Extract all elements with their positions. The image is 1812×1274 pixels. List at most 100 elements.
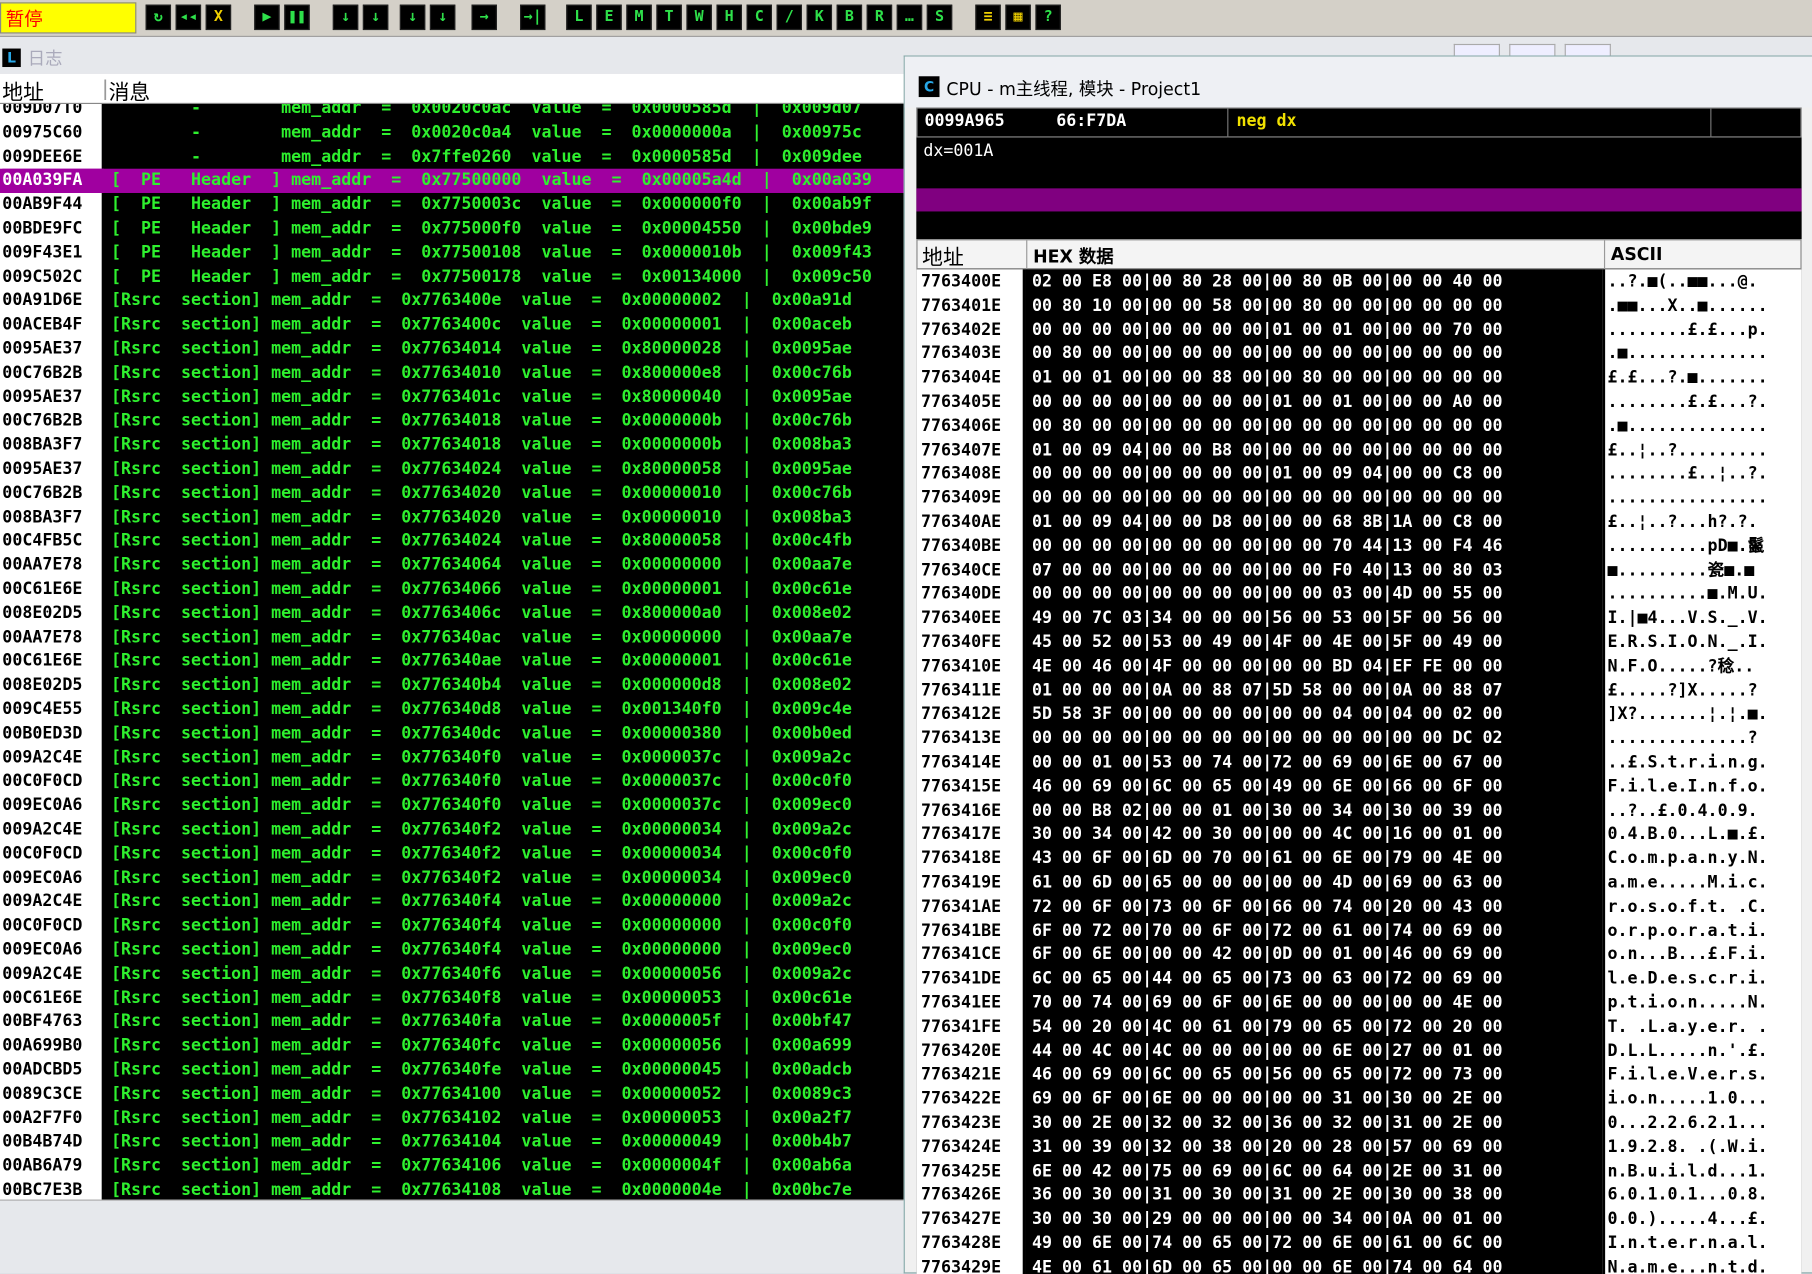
dump-col-hex[interactable]: HEX 数据 (1033, 244, 1113, 268)
dump-row[interactable]: 7763427E 30 00 30 00|29 00 00 00|00 00 34… (916, 1208, 1801, 1232)
log-row[interactable]: 009EC0A6 [Rsrc section] mem_addr = 0x7763… (0, 938, 904, 962)
log-row[interactable]: 0095AE37 [Rsrc section] mem_addr = 0x7763… (0, 337, 904, 361)
toolbar-button[interactable]: H (716, 4, 742, 31)
log-row[interactable]: 008E02D5 [Rsrc section] mem_addr = 0x7763… (0, 602, 904, 626)
dump-row[interactable]: 7763401E 00 80 10 00|00 00 58 00|00 80 00… (916, 294, 1801, 318)
log-row[interactable]: 0089C3CE [Rsrc section] mem_addr = 0x7763… (0, 1083, 904, 1107)
toolbar-button[interactable]: → (471, 4, 497, 31)
log-row[interactable]: 00AA7E78 [Rsrc section] mem_addr = 0x7763… (0, 554, 904, 578)
log-row[interactable]: 009A2C4E [Rsrc section] mem_addr = 0x7763… (0, 746, 904, 770)
dump-row[interactable]: 776341AE 72 00 6F 00|73 00 6F 00|66 00 74… (916, 895, 1801, 919)
dump-row[interactable]: 7763413E 00 00 00 00|00 00 00 00|00 00 00… (916, 727, 1801, 751)
dump-row[interactable]: 776341EE 70 00 74 00|69 00 6F 00|6E 00 00… (916, 992, 1801, 1016)
toolbar-button[interactable]: S (926, 4, 953, 31)
toolbar-button[interactable]: E (596, 4, 622, 31)
log-col-message[interactable]: 消息 (109, 76, 151, 106)
dump-row[interactable]: 7763422E 69 00 6F 00|6E 00 00 00|00 00 31… (916, 1088, 1801, 1112)
log-row[interactable]: 00C76B2B [Rsrc section] mem_addr = 0x7763… (0, 361, 904, 385)
toolbar-button[interactable]: ◂◂ (175, 4, 202, 31)
toolbar-button[interactable]: ▶ (254, 4, 280, 31)
toolbar-button[interactable]: ❚❚ (284, 4, 310, 31)
log-row[interactable]: 00C76B2B [Rsrc section] mem_addr = 0x7763… (0, 482, 904, 506)
log-row[interactable]: 00C61E6E [Rsrc section] mem_addr = 0x7763… (0, 986, 904, 1010)
log-row[interactable]: 00A039FA [ PE Header ] mem_addr = 0x77500… (0, 169, 904, 194)
dump-row[interactable]: 7763424E 31 00 39 00|32 00 38 00|20 00 28… (916, 1136, 1801, 1160)
toolbar-button[interactable]: K (806, 4, 833, 31)
dump-row[interactable]: 7763406E 00 80 00 00|00 00 00 00|00 00 00… (916, 415, 1801, 439)
log-row[interactable]: 00975C60 - mem_addr = 0x0020c0a4 value =… (0, 121, 904, 145)
log-row[interactable]: 00C61E6E [Rsrc section] mem_addr = 0x7763… (0, 578, 904, 602)
dump-col-address[interactable]: 地址 (922, 242, 964, 272)
dump-row[interactable]: 776341DE 6C 00 65 00|44 00 65 00|73 00 63… (916, 967, 1801, 991)
dump-row[interactable]: 7763408E 00 00 00 00|00 00 00 00|01 00 09… (916, 463, 1801, 487)
log-row[interactable]: 009D07T0 - mem_addr = 0x0020c0ac value =… (0, 104, 904, 121)
toolbar-button[interactable]: … (896, 4, 923, 31)
dump-row[interactable]: 776341FE 54 00 20 00|4C 00 61 00|79 00 65… (916, 1016, 1801, 1040)
dump-row[interactable]: 7763421E 46 00 69 00|6C 00 65 00|56 00 65… (916, 1064, 1801, 1088)
log-row[interactable]: 008BA3F7 [Rsrc section] mem_addr = 0x7763… (0, 506, 904, 530)
dump-row[interactable]: 776340EE 49 00 7C 03|34 00 00 00|56 00 53… (916, 607, 1801, 631)
log-row[interactable]: 009DEE6E - mem_addr = 0x7ffe0260 value =… (0, 145, 904, 169)
toolbar-button[interactable]: →| (520, 4, 546, 31)
toolbar-button[interactable]: R (866, 4, 893, 31)
log-row[interactable]: 00BC7E3B [Rsrc section] mem_addr = 0x7763… (0, 1179, 904, 1199)
dump-row[interactable]: 7763419E 61 00 6D 00|65 00 00 00|00 00 4D… (916, 871, 1801, 895)
log-row[interactable]: 00C0F0CD [Rsrc section] mem_addr = 0x7763… (0, 842, 904, 866)
log-row[interactable]: 008E02D5 [Rsrc section] mem_addr = 0x7763… (0, 674, 904, 698)
toolbar-button[interactable]: / (776, 4, 802, 31)
log-row[interactable]: 009C502C [ PE Header ] mem_addr = 0x77500… (0, 265, 904, 289)
log-row[interactable]: 00AB9F44 [ PE Header ] mem_addr = 0x77500… (0, 193, 904, 217)
log-row[interactable]: 00B0ED3D [Rsrc section] mem_addr = 0x7763… (0, 722, 904, 746)
toolbar-button[interactable]: W (686, 4, 712, 31)
toolbar-button[interactable]: ↓ (429, 4, 456, 31)
toolbar-button[interactable]: ↻ (145, 4, 172, 31)
dump-row[interactable]: 776340FE 45 00 52 00|53 00 49 00|4F 00 4E… (916, 631, 1801, 655)
dump-row[interactable]: 776340BE 00 00 00 00|00 00 00 00|00 00 70… (916, 535, 1801, 559)
log-row[interactable]: 00B4B74D [Rsrc section] mem_addr = 0x7763… (0, 1131, 904, 1155)
dump-row[interactable]: 7763409E 00 00 00 00|00 00 00 00|00 00 00… (916, 487, 1801, 511)
toolbar-button[interactable]: ▦ (1005, 4, 1031, 31)
toolbar-button[interactable]: B (836, 4, 863, 31)
dump-row[interactable]: 7763403E 00 80 00 00|00 00 00 00|00 00 00… (916, 343, 1801, 367)
log-row[interactable]: 009C4E55 [Rsrc section] mem_addr = 0x7763… (0, 698, 904, 722)
toolbar-button[interactable]: C (746, 4, 772, 31)
dump-row[interactable]: 7763407E 01 00 09 04|00 00 B8 00|00 00 00… (916, 439, 1801, 463)
dump-row[interactable]: 776340AE 01 00 09 04|00 00 D8 00|00 00 68… (916, 511, 1801, 535)
log-row[interactable]: 0095AE37 [Rsrc section] mem_addr = 0x7763… (0, 458, 904, 482)
dump-row[interactable]: 776340CE 07 00 00 00|00 00 00 00|00 00 F0… (916, 559, 1801, 583)
dump-row[interactable]: 7763418E 43 00 6F 00|6D 00 70 00|61 00 6E… (916, 847, 1801, 871)
log-row[interactable]: 00ACEB4F [Rsrc section] mem_addr = 0x7763… (0, 313, 904, 337)
dump-row[interactable]: 7763415E 46 00 69 00|6C 00 65 00|49 00 6E… (916, 775, 1801, 799)
log-row[interactable]: 008BA3F7 [Rsrc section] mem_addr = 0x7763… (0, 434, 904, 458)
log-row[interactable]: 00A91D6E [Rsrc section] mem_addr = 0x7763… (0, 289, 904, 313)
toolbar-button[interactable]: M (626, 4, 652, 31)
log-row[interactable]: 00BF4763 [Rsrc section] mem_addr = 0x7763… (0, 1010, 904, 1034)
log-col-address[interactable]: 地址 (2, 76, 44, 106)
log-row[interactable]: 00C76B2B [Rsrc section] mem_addr = 0x7763… (0, 410, 904, 434)
toolbar-button[interactable]: ↓ (332, 4, 359, 31)
toolbar-button[interactable]: ? (1035, 4, 1061, 31)
log-row[interactable]: 009A2C4E [Rsrc section] mem_addr = 0x7763… (0, 818, 904, 842)
log-row[interactable]: 00C0F0CD [Rsrc section] mem_addr = 0x7763… (0, 770, 904, 794)
dump-row[interactable]: 776340DE 00 00 00 00|00 00 00 00|00 00 03… (916, 583, 1801, 607)
disassembly-line[interactable]: 0099A965 66:F7DA neg dx (916, 107, 1802, 139)
dump-row[interactable]: 7763402E 00 00 00 00|00 00 00 00|01 00 01… (916, 318, 1801, 342)
log-list[interactable]: 009D07T0 - mem_addr = 0x0020c0ac value =… (0, 104, 904, 1200)
dump-row[interactable]: 7763404E 01 00 01 00|00 00 88 00|00 80 00… (916, 367, 1801, 391)
memory-dump[interactable]: 7763400E 02 00 E8 00|00 80 28 00|00 80 0B… (916, 269, 1802, 1274)
dump-row[interactable]: 7763400E 02 00 E8 00|00 80 28 00|00 80 0B… (916, 270, 1801, 294)
dump-row[interactable]: 7763417E 30 00 34 00|42 00 30 00|00 00 4C… (916, 823, 1801, 847)
log-row[interactable]: 00ADCBD5 [Rsrc section] mem_addr = 0x7763… (0, 1059, 904, 1083)
log-row[interactable]: 00A2F7F0 [Rsrc section] mem_addr = 0x7763… (0, 1107, 904, 1131)
log-row[interactable]: 00BDE9FC [ PE Header ] mem_addr = 0x77500… (0, 217, 904, 241)
log-row[interactable]: 00AA7E78 [Rsrc section] mem_addr = 0x7763… (0, 626, 904, 650)
dump-row[interactable]: 7763410E 4E 00 46 00|4F 00 00 00|00 00 BD… (916, 655, 1801, 679)
dump-row[interactable]: 7763420E 44 00 4C 00|4C 00 00 00|00 00 6E… (916, 1040, 1801, 1064)
log-row[interactable]: 00C61E6E [Rsrc section] mem_addr = 0x7763… (0, 650, 904, 674)
toolbar-button[interactable]: T (656, 4, 682, 31)
dump-row[interactable]: 7763428E 49 00 6E 00|74 00 65 00|72 00 6E… (916, 1232, 1801, 1256)
dump-col-ascii[interactable]: ASCII (1611, 244, 1663, 265)
log-row[interactable]: 009A2C4E [Rsrc section] mem_addr = 0x7763… (0, 962, 904, 986)
log-row[interactable]: 009EC0A6 [Rsrc section] mem_addr = 0x7763… (0, 866, 904, 890)
log-row[interactable]: 0095AE37 [Rsrc section] mem_addr = 0x7763… (0, 386, 904, 410)
